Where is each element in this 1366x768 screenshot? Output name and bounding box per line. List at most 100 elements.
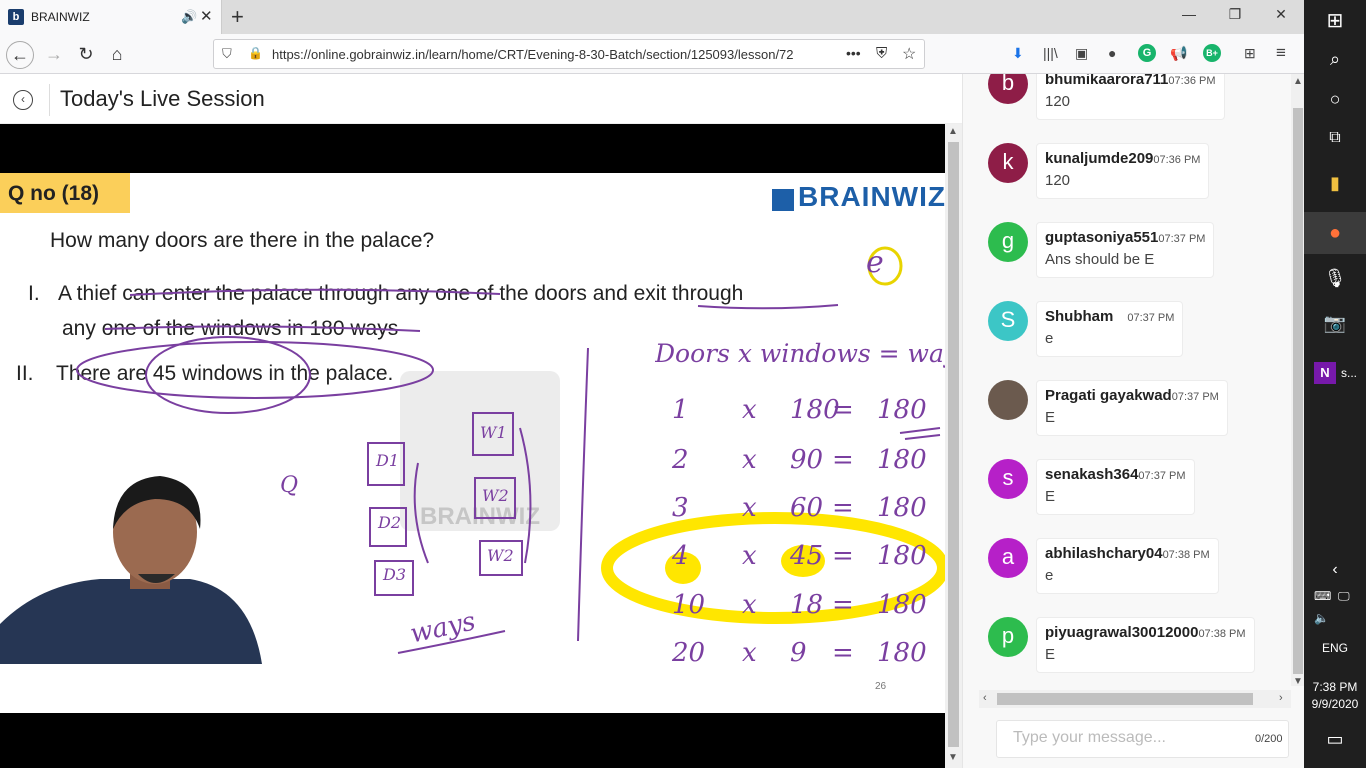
grammarly-icon[interactable]: G	[1138, 44, 1156, 62]
chat-hscrollbar-thumb[interactable]	[997, 693, 1253, 705]
user-avatar	[988, 380, 1028, 420]
chat-horizontal-scrollbar[interactable]: ‹ ›	[979, 690, 1291, 708]
message-time: 07:37 PM	[1138, 470, 1186, 482]
door-label-3: D3	[383, 565, 407, 584]
action-center-icon[interactable]: ▭	[1304, 729, 1366, 750]
close-window-button[interactable]: ✕	[1266, 6, 1296, 23]
hw-q-mark: Q	[280, 473, 299, 498]
message-username: kunaljumde209	[1045, 150, 1154, 167]
message-header: senakash36407:37 PM	[1045, 466, 1186, 483]
user-avatar: b	[988, 74, 1028, 104]
bookmark-star-icon[interactable]: ☆	[902, 44, 916, 64]
lock-icon[interactable]: 🔒	[248, 46, 263, 60]
reload-button[interactable]: ↻	[72, 41, 100, 69]
onenote-icon[interactable]: N	[1314, 362, 1336, 384]
onenote-label[interactable]: s...	[1341, 366, 1357, 380]
account-icon[interactable]: ●	[1108, 45, 1116, 61]
shield-icon[interactable]: ⛉	[222, 46, 232, 62]
sidebar-icon[interactable]: ▣	[1075, 45, 1088, 62]
forward-button[interactable]: →	[40, 41, 68, 69]
message-bubble: guptasoniya55107:37 PM Ans should be E	[1036, 222, 1215, 278]
speaker-icon[interactable]: 🔊	[181, 9, 197, 25]
message-time: 07:38 PM	[1162, 549, 1210, 561]
chat-message-input[interactable]	[1013, 721, 1253, 755]
url-text[interactable]: https://online.gobrainwiz.in/learn/home/…	[272, 47, 832, 62]
message-text: 120	[1045, 172, 1071, 189]
chat-scroll-down-icon[interactable]: ▼	[1293, 676, 1303, 687]
system-clock[interactable]: 7:38 PM 9/9/2020	[1304, 679, 1366, 713]
brainwiz-favicon-icon: b	[8, 9, 24, 25]
live-video[interactable]: BRAINWIZ Q no (18) BRAINWIZ How many doo…	[0, 124, 945, 768]
hw-cell: x	[742, 493, 757, 523]
back-button[interactable]: ←	[6, 41, 34, 69]
search-icon[interactable]: ⌕	[1304, 49, 1366, 70]
network-icon[interactable]: ⌨	[1314, 589, 1331, 603]
file-explorer-icon[interactable]: ▮	[1304, 173, 1366, 194]
chat-panel: b bhumikaarora71107:36 PM 120 k kunaljumde20…	[962, 74, 1305, 768]
message-time: 07:37 PM	[1158, 233, 1206, 245]
megaphone-icon[interactable]: 📢	[1170, 45, 1187, 62]
chat-scroll-up-icon[interactable]: ▲	[1293, 76, 1303, 87]
message-username: abhilashchary04	[1045, 545, 1163, 562]
tab-strip: b BRAINWIZ 🔊 ✕ + — ❐ ✕	[0, 0, 1304, 34]
tab-title: BRAINWIZ	[31, 10, 90, 24]
scroll-up-icon[interactable]: ▲	[948, 126, 958, 137]
download-icon[interactable]: ⬇	[1012, 45, 1024, 62]
extensions-icon[interactable]: ⊞	[1244, 45, 1256, 62]
url-bar[interactable]: ⛉ 🔒 https://online.gobrainwiz.in/learn/h…	[213, 39, 925, 69]
extension-b-icon[interactable]: B+	[1203, 44, 1221, 62]
message-header: piyuagrawal3001200007:38 PM	[1045, 624, 1246, 641]
teacher-webcam	[0, 474, 270, 664]
clock-date: 9/9/2020	[1311, 697, 1359, 711]
hw-cell: =	[832, 395, 854, 425]
menu-icon[interactable]: ≡	[1276, 43, 1286, 63]
display-icon[interactable]: 🖵	[1338, 589, 1350, 604]
message-header: bhumikaarora71107:36 PM	[1045, 74, 1216, 88]
browser-tab[interactable]: b BRAINWIZ 🔊 ✕	[0, 0, 222, 34]
maximize-button[interactable]: ❐	[1220, 6, 1250, 23]
answer-mark: e	[866, 245, 884, 280]
voice-recorder-icon[interactable]: 🎙	[1304, 268, 1366, 289]
window-label-3: W2	[487, 546, 514, 565]
message-header: Pragati gayakwad07:37 PM	[1045, 387, 1219, 404]
clock-time: 7:38 PM	[1312, 680, 1358, 694]
hw-cell: 9	[790, 638, 807, 668]
show-hidden-icons-icon[interactable]: ‹	[1304, 561, 1366, 579]
user-avatar: a	[988, 538, 1028, 578]
scrollbar-thumb[interactable]	[948, 142, 959, 747]
message-bubble: kunaljumde20907:36 PM 120	[1036, 143, 1210, 199]
pocket-icon[interactable]: ⛨	[876, 45, 887, 62]
camera-icon[interactable]: 📷	[1304, 313, 1366, 334]
windows-start-icon[interactable]: ⊞	[1304, 8, 1366, 33]
chat-scrollbar-thumb[interactable]	[1293, 108, 1303, 674]
user-avatar: S	[988, 301, 1028, 341]
content-scrollbar[interactable]: ▲ ▼	[945, 124, 962, 768]
window-label-1: W1	[480, 423, 507, 442]
minimize-button[interactable]: —	[1174, 6, 1204, 22]
close-tab-icon[interactable]: ✕	[200, 7, 213, 25]
language-indicator[interactable]: ENG	[1304, 641, 1366, 655]
task-view-icon[interactable]: ⧉	[1304, 129, 1366, 147]
back-circle-icon[interactable]: ‹	[13, 90, 33, 110]
page-actions-button[interactable]: •••	[846, 45, 861, 61]
user-avatar: p	[988, 617, 1028, 657]
chat-scroll-right-icon[interactable]: ›	[1279, 692, 1283, 704]
message-username: guptasoniya551	[1045, 229, 1159, 246]
cortana-icon[interactable]: ○	[1304, 89, 1366, 110]
new-tab-button[interactable]: +	[231, 4, 244, 30]
firefox-icon[interactable]: ●	[1304, 212, 1366, 254]
scroll-down-icon[interactable]: ▼	[948, 752, 958, 763]
chat-scrollbar[interactable]: ▲ ▼	[1291, 74, 1305, 687]
hw-cell: x	[742, 395, 757, 425]
hw-cell: 180	[877, 638, 927, 668]
library-icon[interactable]: |||\	[1043, 45, 1058, 61]
message-text: E	[1045, 646, 1056, 663]
message-bubble: Pragati gayakwad07:37 PM E	[1036, 380, 1228, 436]
door-label-1: D1	[376, 451, 400, 470]
chat-scroll-left-icon[interactable]: ‹	[983, 692, 987, 704]
home-button[interactable]: ⌂	[103, 41, 131, 69]
user-avatar: g	[988, 222, 1028, 262]
hw-cell: 10	[672, 590, 706, 620]
volume-icon[interactable]: 🔈	[1314, 611, 1329, 625]
hw-header: Doors x windows = ways	[655, 339, 945, 368]
